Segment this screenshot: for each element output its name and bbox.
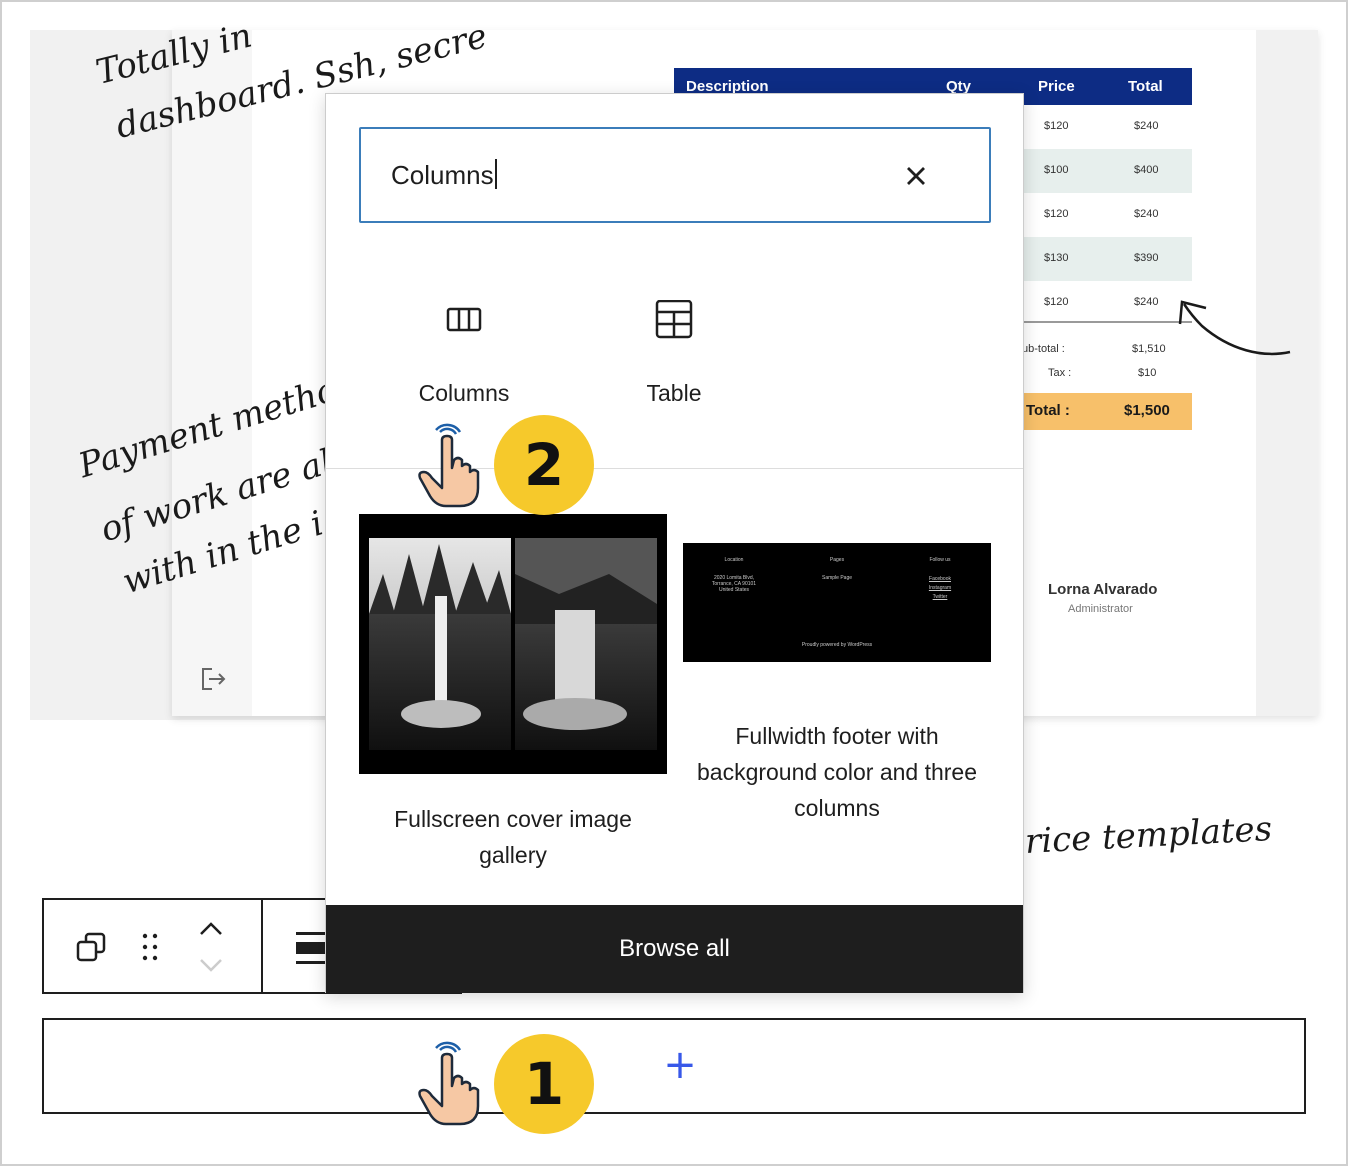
invoice-header-price: Price — [1038, 78, 1075, 95]
invoice-price: $100 — [1044, 164, 1069, 176]
invoice-total-bar: Total : $1,500 — [1020, 393, 1192, 430]
search-input-text: Columns — [391, 160, 494, 190]
invoice-subtotal-value: $1,510 — [1132, 343, 1166, 355]
move-up-icon[interactable] — [196, 918, 226, 942]
invoice-price: $120 — [1044, 208, 1069, 220]
footer-line: Twitter — [932, 594, 948, 600]
invoice-total-label: Total : — [1026, 402, 1070, 419]
footer-line: United States — [718, 587, 750, 593]
invoice-tax-value: $10 — [1138, 367, 1157, 379]
invoice-tax-label: Tax : — [1048, 367, 1072, 379]
pointing-hand-icon — [418, 1041, 480, 1126]
pattern-cover-gallery-preview[interactable] — [359, 514, 667, 774]
footer-credit: Proudly powered by WordPress — [801, 642, 873, 648]
add-block-button[interactable]: + — [660, 1042, 700, 1088]
author-role: Administrator — [1068, 603, 1133, 615]
block-item-label: Table — [646, 380, 702, 406]
preview-background-right — [1256, 30, 1318, 716]
block-inserter-popover: Columns Columns Table Fullscreen cover i… — [325, 93, 1024, 993]
invoice-price: $120 — [1044, 120, 1069, 132]
invoice-subtotal-label: ub-total : — [1022, 343, 1065, 355]
footer-line: Instagram — [928, 585, 952, 591]
browse-all-button[interactable]: Browse all — [326, 905, 1023, 993]
invoice-total: $240 — [1134, 208, 1159, 220]
footer-col1-title: Location — [724, 557, 744, 563]
footer-col3-title: Follow us — [929, 557, 951, 563]
table-icon — [655, 300, 693, 339]
invoice-header-total: Total — [1128, 78, 1163, 95]
text-caret — [494, 159, 497, 189]
block-item-table[interactable]: Table — [579, 300, 769, 440]
footer-col1: 2020 Lomita Blvd, Torrance, CA 90101 Uni… — [683, 575, 785, 593]
preview-card-sidebar — [172, 30, 252, 716]
clear-search-icon[interactable] — [897, 157, 935, 195]
block-item-label: Columns — [418, 380, 510, 406]
step-badge-2: 2 — [494, 415, 594, 515]
block-appender[interactable]: + — [42, 1018, 1306, 1114]
step-badge-1: 1 — [494, 1034, 594, 1134]
pattern-footer-preview[interactable]: Location 2020 Lomita Blvd, Torrance, CA … — [683, 543, 991, 662]
invoice-total-value: $1,500 — [1124, 402, 1170, 419]
invoice-price: $120 — [1044, 296, 1069, 308]
invoice-total: $400 — [1134, 164, 1159, 176]
pattern-label: Fullscreen cover image gallery — [394, 806, 632, 868]
invoice-total: $390 — [1134, 252, 1159, 264]
footer-line: Facebook — [929, 576, 951, 582]
waterfall-photos-image — [369, 538, 657, 750]
invoice-total: $240 — [1134, 296, 1159, 308]
logout-icon — [202, 668, 226, 690]
footer-col3: Facebook Instagram Twitter — [889, 575, 991, 602]
invoice-total: $240 — [1134, 120, 1159, 132]
footer-col2-title: Pages — [829, 557, 845, 563]
duplicate-icon[interactable] — [74, 930, 110, 966]
move-down-icon[interactable] — [196, 952, 226, 976]
invoice-price: $130 — [1044, 252, 1069, 264]
search-input-value[interactable]: Columns — [391, 159, 497, 191]
author-name: Lorna Alvarado — [1048, 581, 1158, 598]
handdrawn-arrow-icon — [1178, 300, 1291, 356]
toolbar-divider — [261, 900, 263, 992]
block-search-input[interactable]: Columns — [359, 127, 991, 223]
pointing-hand-icon — [418, 423, 480, 508]
columns-icon — [446, 307, 482, 332]
footer-line: Sample Page — [821, 575, 853, 581]
pattern-label: Fullwidth footer with background color a… — [696, 723, 978, 821]
drag-handle-icon[interactable] — [136, 930, 166, 966]
